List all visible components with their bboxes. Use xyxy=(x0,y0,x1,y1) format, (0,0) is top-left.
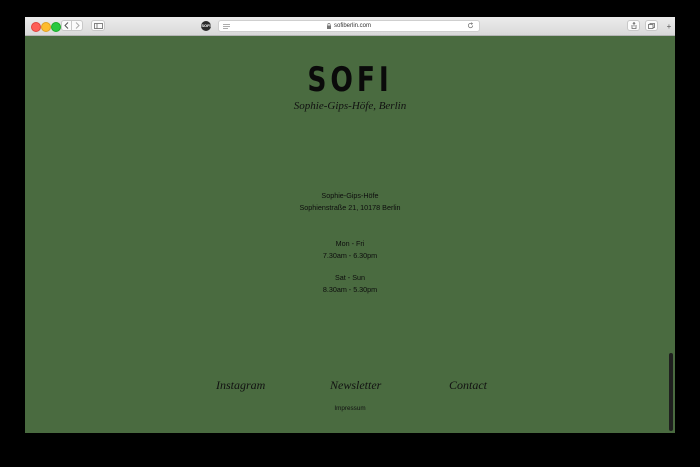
weekend-time: 8.30am - 5.30pm xyxy=(322,285,378,294)
back-button[interactable] xyxy=(61,20,72,31)
chevron-right-icon xyxy=(75,22,80,29)
instagram-link[interactable]: Instagram xyxy=(216,378,265,393)
address-bar[interactable]: sofiberlin.com xyxy=(218,20,480,32)
weekend-label: Sat - Sun xyxy=(335,273,365,282)
tabs-icon xyxy=(648,22,655,29)
browser-toolbar: SOFI sofiberlin.com + xyxy=(25,17,675,36)
address-block: Sophie-Gips-Höfe Sophienstraße 21, 10178… xyxy=(25,190,675,214)
site-favicon[interactable]: SOFI xyxy=(201,21,211,31)
weekday-label: Mon - Fri xyxy=(335,239,365,248)
browser-window: SOFI sofiberlin.com + SOFI Sophie-Gips-H… xyxy=(25,17,675,433)
share-button[interactable] xyxy=(627,20,640,31)
reload-icon[interactable] xyxy=(467,22,474,29)
share-icon xyxy=(631,22,636,29)
minimize-window-button[interactable] xyxy=(41,22,51,32)
footer-nav: Instagram Newsletter Contact xyxy=(25,378,675,394)
url-text: sofiberlin.com xyxy=(333,23,371,29)
opening-hours: Mon - Fri 7.30am - 6.30pm Sat - Sun 8.30… xyxy=(25,238,675,296)
chevron-left-icon xyxy=(64,22,69,29)
address-line-1: Sophie-Gips-Höfe xyxy=(321,191,379,200)
sidebar-icon xyxy=(93,22,103,29)
site-tagline: Sophie-Gips-Höfe, Berlin xyxy=(293,100,407,112)
lock-icon xyxy=(326,23,331,29)
contact-link[interactable]: Contact xyxy=(449,378,487,393)
site-logo[interactable]: SOFI xyxy=(97,62,604,98)
forward-button[interactable] xyxy=(72,20,83,31)
address-line-2: Sophienstraße 21, 10178 Berlin xyxy=(299,203,401,212)
sidebar-toggle-button[interactable] xyxy=(91,20,105,31)
newsletter-link[interactable]: Newsletter xyxy=(330,378,381,393)
impressum-link[interactable]: Impressum xyxy=(25,405,675,412)
page-scrollbar[interactable] xyxy=(669,353,673,431)
new-tab-button[interactable]: + xyxy=(666,23,672,31)
show-tabs-button[interactable] xyxy=(645,20,658,31)
weekday-time: 7.30am - 6.30pm xyxy=(322,251,378,260)
web-page: SOFI Sophie-Gips-Höfe, Berlin Sophie-Gip… xyxy=(25,36,675,433)
close-window-button[interactable] xyxy=(31,22,41,32)
maximize-window-button[interactable] xyxy=(51,22,61,32)
